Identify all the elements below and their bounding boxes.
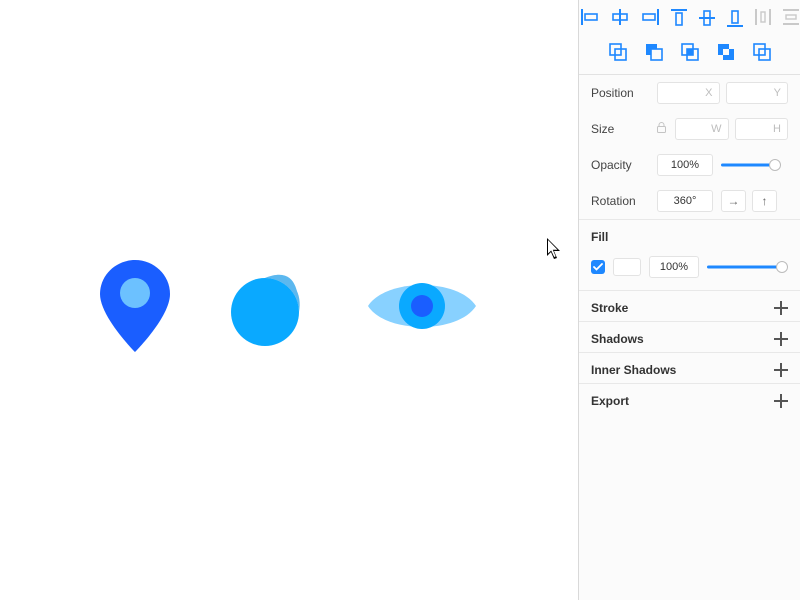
shadows-section-header[interactable]: Shadows	[579, 321, 800, 352]
fill-section-label: Fill	[591, 230, 608, 244]
size-w-field[interactable]: W	[675, 118, 729, 140]
rotation-label: Rotation	[591, 194, 649, 208]
rotation-field[interactable]: 360°	[657, 190, 713, 212]
align-top-icon[interactable]	[667, 6, 691, 30]
drop-icon[interactable]	[225, 262, 313, 350]
bool-union-icon[interactable]	[605, 40, 631, 64]
stroke-section-header[interactable]: Stroke	[579, 290, 800, 321]
position-x-field[interactable]: X	[657, 82, 720, 104]
align-bottom-icon[interactable]	[723, 6, 747, 30]
add-shadow-button[interactable]	[774, 332, 788, 346]
flip-vertical-button[interactable]: ↑	[752, 190, 777, 212]
size-label: Size	[591, 122, 649, 136]
fill-opacity-slider[interactable]	[707, 256, 788, 278]
inner-shadows-section-header[interactable]: Inner Shadows	[579, 352, 800, 383]
distribute-h-icon[interactable]	[751, 6, 775, 30]
artwork-row	[100, 260, 476, 352]
distribute-v-icon[interactable]	[779, 6, 800, 30]
align-right-icon[interactable]	[637, 6, 663, 30]
fill-row: 100%	[579, 250, 800, 290]
export-section-header[interactable]: Export	[579, 383, 800, 414]
opacity-label: Opacity	[591, 158, 649, 172]
opacity-slider[interactable]	[721, 154, 777, 176]
fill-section-header: Fill	[579, 219, 800, 250]
align-h-center-icon[interactable]	[607, 6, 633, 30]
position-y-field[interactable]: Y	[726, 82, 789, 104]
align-left-icon[interactable]	[577, 6, 603, 30]
fill-opacity-field[interactable]: 100%	[649, 256, 699, 278]
add-inner-shadow-button[interactable]	[774, 363, 788, 377]
opacity-row: Opacity 100%	[579, 147, 800, 183]
fill-color-swatch[interactable]	[613, 258, 641, 276]
pin-icon[interactable]	[100, 260, 170, 352]
align-v-center-icon[interactable]	[695, 6, 719, 30]
lock-icon[interactable]	[657, 122, 667, 136]
flip-horizontal-button[interactable]: →	[721, 190, 746, 212]
bool-difference-icon[interactable]	[713, 40, 739, 64]
bool-flatten-icon[interactable]	[749, 40, 775, 64]
add-export-button[interactable]	[774, 394, 788, 408]
shadows-section-label: Shadows	[591, 332, 644, 346]
bool-subtract-icon[interactable]	[641, 40, 667, 64]
position-label: Position	[591, 86, 649, 100]
fill-enabled-checkbox[interactable]	[591, 260, 605, 274]
opacity-field[interactable]: 100%	[657, 154, 713, 176]
add-stroke-button[interactable]	[774, 301, 788, 315]
alignment-toolbar	[579, 0, 800, 36]
export-section-label: Export	[591, 394, 629, 408]
stroke-section-label: Stroke	[591, 301, 628, 315]
cursor-icon	[547, 238, 563, 260]
eye-icon[interactable]	[368, 274, 476, 338]
boolean-ops-toolbar	[579, 36, 800, 75]
bool-intersect-icon[interactable]	[677, 40, 703, 64]
size-h-field[interactable]: H	[735, 118, 789, 140]
inner-shadows-section-label: Inner Shadows	[591, 363, 676, 377]
position-row: Position X Y	[579, 75, 800, 111]
size-row: Size W H	[579, 111, 800, 147]
inspector-panel: Position X Y Size W H Opacity 100% Rotat…	[578, 0, 800, 600]
rotation-row: Rotation 360° → ↑	[579, 183, 800, 219]
canvas[interactable]	[0, 0, 578, 600]
